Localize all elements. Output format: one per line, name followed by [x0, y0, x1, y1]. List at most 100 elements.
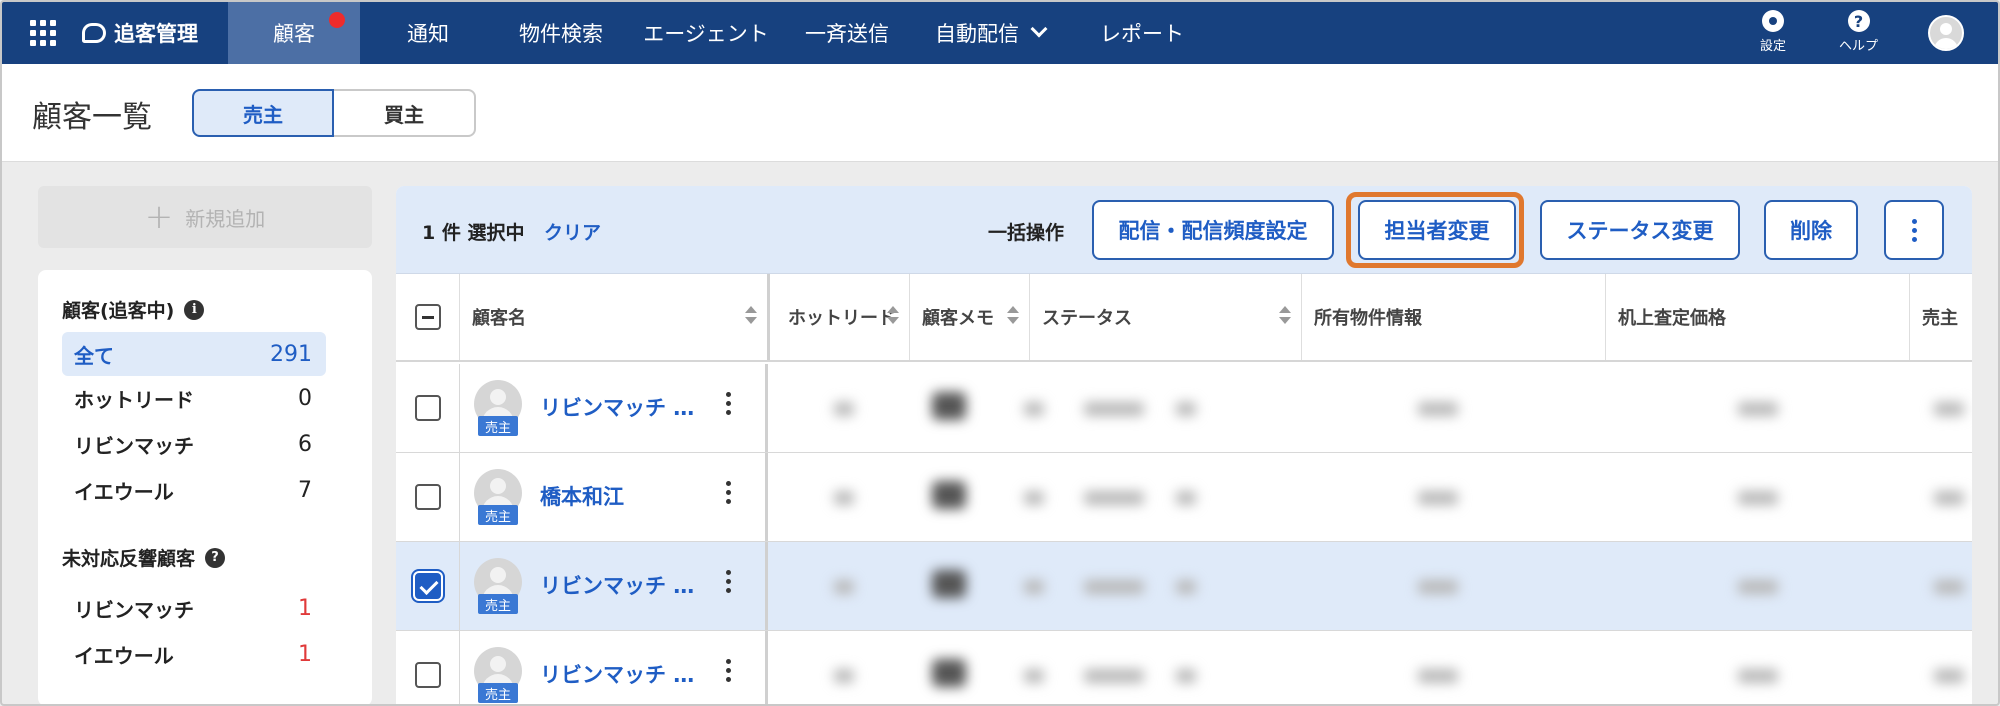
row-checkbox[interactable]	[414, 395, 441, 421]
page-header: 顧客一覧 売主 買主	[2, 64, 1998, 162]
seller-tag: 売主	[478, 416, 518, 436]
delivery-settings-button[interactable]: 配信・配信頻度設定	[1092, 200, 1334, 260]
add-customer-button[interactable]: + 新規追加	[38, 186, 372, 248]
seller-tag: 売主	[478, 683, 518, 703]
nav-item-customers[interactable]: 顧客	[228, 2, 360, 64]
chevron-down-icon	[1030, 20, 1048, 38]
customer-name-cell: 売主 橋本和江	[460, 453, 768, 541]
selection-count: 1 件 選択中	[422, 222, 525, 244]
nav-item-label: 一斉送信	[805, 22, 889, 46]
nav-item-notifications[interactable]: 通知	[378, 2, 478, 64]
filter-count: 1	[298, 595, 312, 621]
filter-label: 全て	[74, 343, 114, 368]
row-menu-icon[interactable]	[720, 659, 736, 691]
row-select-cell	[396, 364, 460, 452]
customer-name-link[interactable]: リビンマッチ …	[540, 392, 694, 422]
nav-item-property-search[interactable]: 物件検索	[502, 2, 620, 64]
blurred-row-content	[774, 542, 1972, 630]
customer-name-cell: 売主 リビンマッチ …	[460, 631, 768, 704]
section-title-unhandled: 未対応反響顧客 ?	[62, 544, 226, 571]
table-row[interactable]: 売主 リビンマッチ …	[396, 631, 1972, 704]
filter-count: 291	[270, 341, 312, 367]
column-header-memo[interactable]: 顧客メモ	[910, 274, 1030, 360]
sort-icon[interactable]	[1279, 306, 1291, 326]
row-menu-icon[interactable]	[720, 570, 736, 602]
nav-item-bulk-send[interactable]: 一斉送信	[798, 2, 896, 64]
blurred-row-content	[774, 453, 1972, 541]
section-title-text: 未対応反響顧客	[62, 548, 196, 570]
sort-icon[interactable]	[745, 306, 757, 326]
section-title-tracking: 顧客(追客中) i	[62, 296, 205, 323]
filter-item-all[interactable]: 全て 291	[62, 332, 326, 376]
column-header-seller[interactable]: 売主	[1910, 274, 1972, 360]
chat-bubble-icon	[82, 23, 106, 43]
column-label: ホットリード	[788, 308, 896, 329]
filter-item-rebinmatch[interactable]: リビンマッチ 6	[62, 422, 326, 466]
table-row[interactable]: 売主 リビンマッチ …	[396, 364, 1972, 453]
more-actions-button[interactable]	[1884, 200, 1944, 260]
bulk-action-toolbar: 1 件 選択中 クリア 一括操作 配信・配信頻度設定 担当者変更 ステータス変更…	[396, 186, 1972, 274]
column-header-hot-lead[interactable]: ホットリード	[776, 274, 910, 360]
nav-item-report[interactable]: レポート	[1092, 2, 1192, 64]
customer-name-link[interactable]: 橋本和江	[540, 481, 624, 511]
plus-icon: +	[144, 197, 174, 237]
customer-name-cell: 売主 リビンマッチ …	[460, 364, 768, 452]
filter-label: イエウール	[74, 643, 174, 668]
settings-button[interactable]: 設定	[1760, 10, 1786, 54]
column-label: ステータス	[1042, 308, 1132, 329]
column-header-estimate-price[interactable]: 机上査定価格	[1606, 274, 1910, 360]
column-header-status[interactable]: ステータス	[1030, 274, 1302, 360]
header-select-all[interactable]	[396, 274, 460, 360]
column-header-property-info[interactable]: 所有物件情報	[1302, 274, 1606, 360]
select-all-checkbox[interactable]	[414, 304, 441, 330]
delete-button[interactable]: 削除	[1764, 200, 1858, 260]
change-assignee-button[interactable]: 担当者変更	[1358, 200, 1516, 260]
change-status-button[interactable]: ステータス変更	[1540, 200, 1740, 260]
column-label: 顧客名	[472, 308, 526, 329]
row-checkbox-checked[interactable]	[414, 573, 441, 599]
segment-buyer[interactable]: 買主	[334, 89, 476, 137]
help-button[interactable]: ? ヘルプ	[1839, 10, 1878, 54]
row-checkbox[interactable]	[414, 662, 441, 688]
filter-item-unhandled-ieul[interactable]: イエウール 1	[62, 632, 326, 676]
filter-item-unhandled-rebinmatch[interactable]: リビンマッチ 1	[62, 586, 326, 630]
nav-item-agent[interactable]: エージェント	[636, 2, 776, 64]
sort-icon[interactable]	[887, 306, 899, 326]
row-select-cell	[396, 453, 460, 541]
bulk-action-label: 一括操作	[988, 222, 1065, 244]
table-row[interactable]: 売主 橋本和江	[396, 453, 1972, 542]
row-checkbox[interactable]	[414, 484, 441, 510]
customer-name-link[interactable]: リビンマッチ …	[540, 570, 694, 600]
more-vertical-icon	[1911, 218, 1917, 242]
column-label: 所有物件情報	[1314, 308, 1422, 329]
page-title: 顧客一覧	[32, 100, 152, 135]
app-grid-icon[interactable]	[30, 20, 56, 46]
segment-seller[interactable]: 売主	[192, 89, 334, 137]
column-header-name[interactable]: 顧客名	[460, 274, 770, 360]
blurred-row-content	[774, 631, 1972, 704]
row-menu-icon[interactable]	[720, 481, 736, 513]
table-row-selected[interactable]: 売主 リビンマッチ …	[396, 542, 1972, 631]
row-menu-icon[interactable]	[720, 392, 736, 424]
brand-logo[interactable]: 追客管理	[82, 2, 198, 64]
help-icon[interactable]: ?	[205, 547, 226, 568]
filter-label: リビンマッチ	[74, 597, 194, 622]
filter-count: 1	[298, 641, 312, 667]
user-avatar[interactable]	[1928, 15, 1964, 51]
customer-table-panel: 1 件 選択中 クリア 一括操作 配信・配信頻度設定 担当者変更 ステータス変更…	[396, 186, 1972, 704]
table-header: 顧客名 ホットリード 顧客メモ ステータス 所有物件情報 机上査定価格 売主	[396, 274, 1972, 362]
filter-item-hot-lead[interactable]: ホットリード 0	[62, 376, 326, 420]
filter-label: ホットリード	[74, 387, 194, 412]
customer-name-link[interactable]: リビンマッチ …	[540, 659, 694, 689]
info-icon[interactable]: i	[184, 299, 205, 320]
filter-count: 7	[298, 477, 312, 503]
notification-dot	[329, 12, 345, 28]
customer-filter-panel: 顧客(追客中) i 全て 291 ホットリード 0 リビンマッチ 6 イエウール…	[38, 270, 372, 704]
column-label: 机上査定価格	[1618, 308, 1726, 329]
clear-selection-link[interactable]: クリア	[544, 218, 601, 245]
nav-item-label: 物件検索	[519, 22, 603, 46]
nav-item-auto-delivery[interactable]: 自動配信	[922, 2, 1058, 64]
sort-icon[interactable]	[1007, 306, 1019, 326]
filter-item-ieul[interactable]: イエウール 7	[62, 468, 326, 512]
help-label: ヘルプ	[1839, 39, 1879, 54]
